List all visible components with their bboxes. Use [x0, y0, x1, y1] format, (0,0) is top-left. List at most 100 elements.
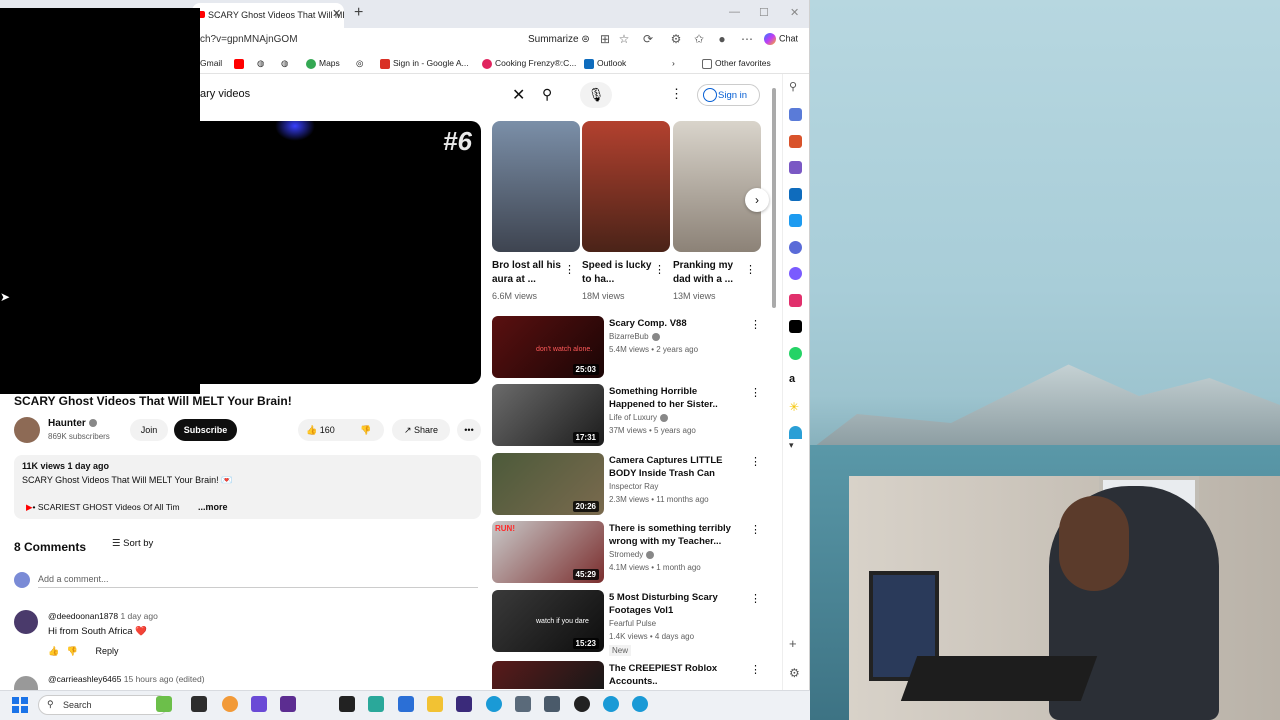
globe-icon[interactable]: ◍ [257, 58, 264, 69]
rec-title[interactable]: Something Horrible Happened to her Siste… [609, 385, 744, 411]
profile-icon[interactable]: ● [715, 32, 729, 46]
favorite-star-icon[interactable]: ☆ [617, 32, 631, 46]
extensions-icon[interactable]: ⚙ [669, 32, 683, 46]
show-more-link[interactable]: ...more [198, 502, 228, 512]
summarize-button[interactable]: Summarize ⊜ [528, 34, 590, 45]
sidebar-tag-icon[interactable] [789, 108, 802, 121]
rec-thumbnail[interactable]: don't watch alone. 25:03 [492, 316, 604, 378]
subscribe-button[interactable]: Subscribe [174, 419, 237, 441]
app-icon[interactable] [398, 696, 414, 712]
rec-title[interactable]: Scary Comp. V88 [609, 317, 744, 330]
taskbar-search-input[interactable]: ⚲ Search [38, 695, 168, 715]
tab-youtube[interactable]: SCARY Ghost Videos That Will ME [192, 3, 344, 28]
fav-other-favorites[interactable]: Other favorites [702, 58, 771, 69]
refresh-icon[interactable]: ⟳ [641, 32, 655, 46]
windows-start-icon[interactable] [12, 697, 28, 713]
sidebar-send-icon[interactable] [789, 214, 802, 227]
comment-author[interactable]: @carrieashley6465 15 hours ago (edited) [48, 674, 205, 684]
split-screen-icon[interactable]: ⊞ [598, 32, 612, 46]
fav-cooking-frenzy[interactable]: Cooking Frenzy®:C... [482, 58, 576, 69]
app-icon[interactable] [574, 696, 590, 712]
rec-thumbnail[interactable]: 17:31 [492, 384, 604, 446]
short-thumbnail[interactable] [582, 121, 670, 252]
sidebar-weather-icon[interactable] [789, 426, 802, 439]
rec-menu-icon[interactable]: ⋮ [750, 455, 761, 468]
taskbar-widget-icon[interactable] [156, 696, 172, 712]
task-view-icon[interactable] [191, 696, 207, 712]
join-button[interactable]: Join [130, 419, 168, 441]
search-input[interactable]: ary videos [200, 88, 250, 100]
app-icon[interactable] [456, 696, 472, 712]
thumbs-down-icon[interactable]: 👎 [360, 419, 371, 441]
sort-comments-button[interactable]: ☰ Sort by [112, 538, 153, 549]
file-explorer-icon[interactable] [427, 696, 443, 712]
rec-menu-icon[interactable]: ⋮ [750, 592, 761, 605]
weather-icon[interactable] [222, 696, 238, 712]
short-thumbnail[interactable] [492, 121, 580, 252]
comment-avatar[interactable] [14, 676, 38, 690]
scrollbar-thumb[interactable] [772, 88, 776, 308]
edge-icon[interactable] [632, 696, 648, 712]
fav-maps[interactable]: Maps [306, 58, 340, 69]
thumbs-down-icon[interactable]: 👎 [67, 646, 78, 656]
short-title[interactable]: Pranking my dad with a ... [673, 259, 743, 287]
fav-outlook[interactable]: Outlook [584, 58, 626, 69]
calculator-icon[interactable] [544, 696, 560, 712]
comment-author[interactable]: @deedoonan1878 1 day ago [48, 611, 158, 621]
rec-thumbnail[interactable]: 20:26 [492, 453, 604, 515]
youtube-fav-icon[interactable] [234, 58, 247, 69]
fav-sign-in[interactable]: Sign in - Google A... [380, 58, 469, 69]
short-title[interactable]: Bro lost all his aura at ... [492, 259, 562, 287]
rec-channel[interactable]: BizarreBub [609, 332, 660, 341]
channel-avatar[interactable] [14, 417, 40, 443]
url-field[interactable]: ch?v=gpnMNAjnGOM [200, 34, 298, 45]
rec-title[interactable]: Camera Captures LITTLE BODY Inside Trash… [609, 454, 744, 480]
clear-search-icon[interactable]: ✕ [512, 85, 525, 105]
rec-thumbnail[interactable]: RUN! 45:29 [492, 521, 604, 583]
sidebar-walmart-icon[interactable]: ✳ [789, 400, 802, 414]
sidebar-copilot-icon[interactable] [789, 241, 802, 254]
comment-avatar[interactable] [14, 610, 38, 634]
short-menu-icon[interactable]: ⋮ [745, 263, 756, 276]
share-button[interactable]: ↗ Share [392, 419, 450, 441]
chevron-right-icon[interactable]: › [745, 188, 769, 212]
rec-channel[interactable]: Fearful Pulse [609, 619, 656, 628]
app-icon[interactable] [368, 696, 384, 712]
short-menu-icon[interactable]: ⋮ [564, 263, 575, 276]
rec-title[interactable]: 5 Most Disturbing Scary Footages Vol1 [609, 591, 744, 617]
sidebar-tools-icon[interactable] [789, 135, 802, 148]
reply-button[interactable]: Reply [95, 646, 118, 656]
favorites-icon[interactable]: ✩ [692, 32, 706, 46]
rec-title[interactable]: The CREEPIEST Roblox Accounts.. [609, 662, 744, 688]
add-comment-input[interactable]: Add a comment... [38, 574, 478, 588]
rec-channel[interactable]: Stromedy [609, 550, 655, 559]
voice-search-icon[interactable]: 🎙 [580, 82, 612, 108]
video-player[interactable]: #6 [200, 121, 481, 384]
app-icon[interactable] [280, 696, 296, 712]
rec-thumbnail[interactable]: watch if you dare 15:23 [492, 590, 604, 652]
sidebar-outlook-icon[interactable] [789, 188, 802, 201]
minimize-icon[interactable]: — [729, 6, 740, 18]
sidebar-settings-icon[interactable]: ⚙ [789, 666, 802, 680]
sidebar-add-icon[interactable]: + [789, 636, 802, 651]
channel-name[interactable]: Haunter [48, 418, 97, 429]
fav-overflow-chevron-icon[interactable]: › [672, 58, 675, 68]
sidebar-x-icon[interactable] [789, 320, 802, 333]
copilot-chat-button[interactable]: Chat [764, 33, 798, 45]
edge-icon[interactable] [486, 696, 502, 712]
like-button[interactable]: 👍 160 👎 [298, 419, 384, 441]
teams-icon[interactable] [251, 696, 267, 712]
sidebar-whatsapp-icon[interactable] [789, 347, 802, 360]
sidebar-expand-chevron-icon[interactable]: ▾ [789, 440, 802, 453]
sidebar-games-icon[interactable] [789, 161, 802, 174]
maximize-icon[interactable]: ☐ [759, 6, 769, 19]
new-tab-button[interactable]: + [354, 4, 363, 22]
rec-thumbnail[interactable] [492, 661, 604, 689]
app-icon[interactable] [339, 696, 355, 712]
rec-menu-icon[interactable]: ⋮ [750, 318, 761, 331]
close-window-icon[interactable]: ✕ [790, 6, 799, 19]
rec-channel[interactable]: Life of Luxury [609, 413, 669, 422]
rec-channel[interactable]: Inspector Ray [609, 482, 658, 491]
short-title[interactable]: Speed is lucky to ha... [582, 259, 652, 287]
search-icon[interactable]: ⚲ [542, 86, 552, 103]
